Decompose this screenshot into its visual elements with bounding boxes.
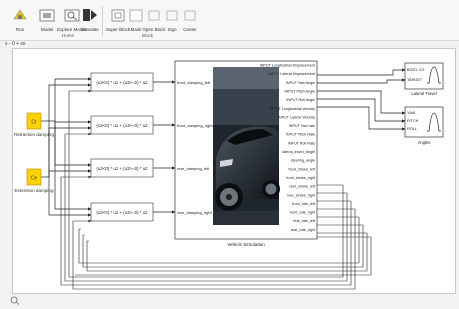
subsystem-input-1: front_damping_right [177, 123, 213, 128]
scope2-input-1: PITCH [407, 119, 419, 123]
scope-angles[interactable]: YAW PITCH ROLL Angles [404, 106, 444, 145]
scope2-input-0: YAW [407, 111, 416, 115]
scope1-input-0: BODY CG [407, 68, 424, 72]
group-block: Block [142, 33, 154, 38]
subsystem-output-8: INPUT Pitch Rate [286, 133, 315, 137]
gain-cr-label: Cr [31, 120, 37, 126]
subsystem-output-16: front_rate_left [292, 202, 315, 206]
subsystem-output-11: steering_angle [291, 159, 315, 163]
subsystem-input-2: rear_damping_left [177, 166, 210, 171]
subsystem-output-5: INPUT Longitudinal velocity [270, 107, 315, 111]
scope-wires [317, 68, 406, 131]
subsystem-output-18: rear_rate_left [293, 219, 315, 223]
status-bar [0, 294, 459, 309]
gain-cr-caption: Retraction damping [14, 132, 54, 137]
subsystem-caption: Vehicle Simulation [227, 242, 265, 247]
vehicle-simulation-subsystem[interactable]: front_damping_left front_damping_right r… [174, 60, 318, 247]
diagram: Cr Retraction damping Ce Extension dampi… [14, 60, 444, 290]
center-label: Center [183, 27, 197, 32]
fcn-block-4[interactable]: (u3<0) * u1 + (u3>=0) * u2 [90, 202, 154, 222]
fcn-output-wires [153, 80, 176, 214]
gain-block-ce[interactable]: Ce Extension damping [14, 168, 54, 193]
subsystem-input-0: front_damping_left [177, 80, 211, 85]
subsystem-output-9: INPUT Roll Rate [288, 141, 315, 145]
subsystem-output-1: INPUT Lateral Displacement [268, 72, 315, 76]
gain-ce-label: Ce [31, 176, 38, 182]
fcn-block-1[interactable]: (u3<0) * u1 + (u3>=0) * u2 [90, 72, 154, 92]
app-window: Run Model Explore Modes Simulate Super B… [0, 0, 459, 309]
simulate-icon [83, 9, 97, 21]
subsystem-output-13: front_stroke_right [286, 176, 315, 180]
subsystem-output-2: INPUT Yaw Angle [286, 81, 315, 85]
fcn-expr: (u3<0) * u1 + (u3>=0) * u2 [96, 210, 148, 215]
subsystem-output-0: INPUT Longitudinal Displacement [260, 64, 315, 68]
breadcrumb[interactable]: x - 0 + xe [5, 41, 26, 47]
subsystem-output-15: rear_stroke_right [287, 193, 315, 197]
toolstrip: Run Model Explore Modes Simulate Super B… [0, 0, 459, 41]
subsystem-output-17: front_rate_right [290, 211, 315, 215]
zoom-icon[interactable] [10, 296, 22, 305]
center-button[interactable]: Center [176, 5, 204, 35]
subsystem-output-6: INPUT Lateral Velocity [278, 115, 315, 119]
scope2-input-2: ROLL [407, 127, 417, 131]
subsystem-output-10: lateral_travel_target [282, 150, 315, 154]
input-wires [41, 77, 92, 217]
model-canvas[interactable]: Cr Retraction damping Ce Extension dampi… [12, 48, 456, 294]
scope-lateral-travel[interactable]: BODY CG TARGET Lateral Travel [404, 62, 444, 96]
car-image [213, 67, 280, 225]
subsystem-output-3: INPUT Pitch Angle [285, 89, 315, 93]
scope1-input-1: TARGET [407, 78, 423, 82]
scope2-caption: Angles [418, 140, 431, 145]
gain-ce-caption: Extension damping [14, 188, 54, 193]
subsystem-output-12: front_stroke_left [289, 167, 315, 171]
fcn-block-2[interactable]: (u3<0) * u1 + (u3>=0) * u2 [90, 115, 154, 135]
scope1-caption: Lateral Travel [411, 91, 436, 96]
fcn-expr: (u3<0) * u1 + (u3>=0) * u2 [96, 166, 148, 171]
fcn-expr: (u3<0) * u1 + (u3>=0) * u2 [96, 80, 148, 85]
subsystem-output-19: rear_rate_right [291, 228, 315, 232]
fcn-expr: (u3<0) * u1 + (u3>=0) * u2 [96, 123, 148, 128]
run-icon [13, 9, 27, 20]
group-home: Home [62, 33, 75, 38]
gain-block-cr[interactable]: Cr Retraction damping [14, 112, 54, 137]
center-icon [184, 10, 196, 21]
subsystem-output-4: INPUT Roll Angle [286, 98, 315, 102]
subsystem-output-7: INPUT Yaw rate [289, 124, 315, 128]
subsystem-input-3: rear_damping_right [177, 210, 213, 215]
model-icon [39, 9, 55, 22]
fcn-block-3[interactable]: (u3<0) * u1 + (u3>=0) * u2 [90, 158, 154, 178]
subsystem-output-14: rear_stroke_left [289, 185, 315, 189]
